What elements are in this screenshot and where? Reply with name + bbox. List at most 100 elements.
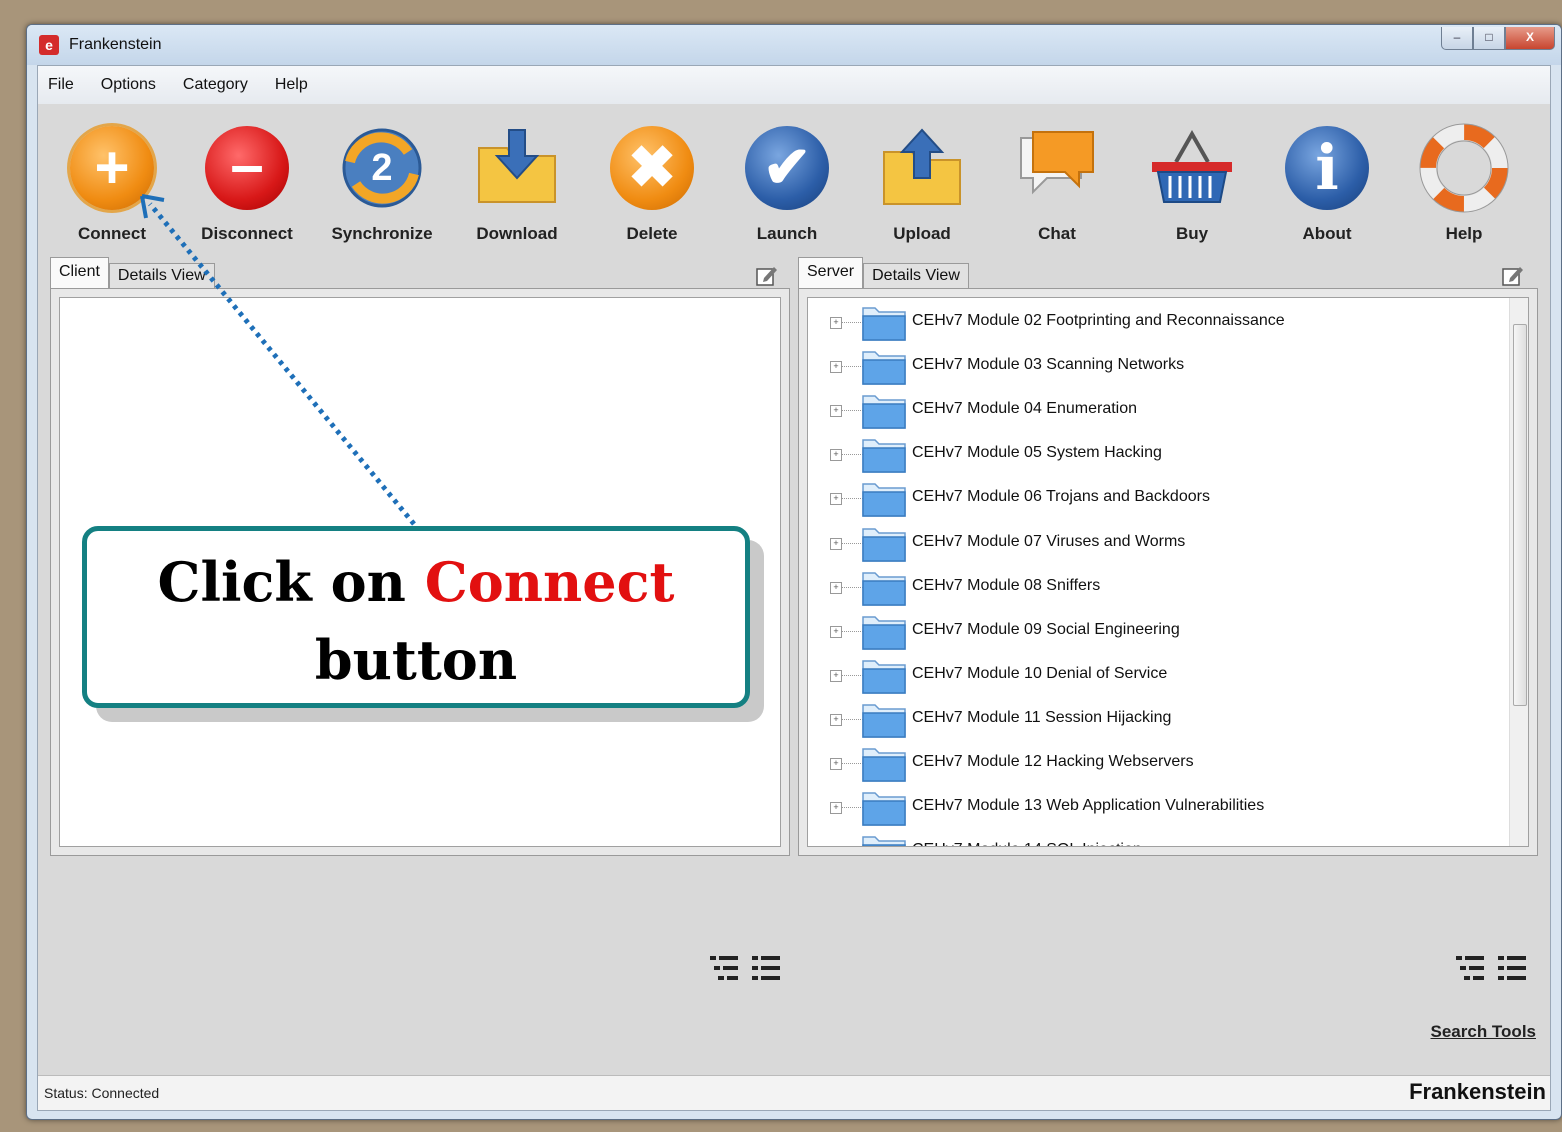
upload-icon: [876, 122, 968, 214]
expand-icon[interactable]: +: [830, 625, 842, 638]
synchronize-button[interactable]: 2 Synchronize: [322, 122, 442, 244]
expand-icon[interactable]: +: [830, 581, 842, 594]
tree-item[interactable]: + CEHv7 Module 02 Footprinting and Reconn…: [808, 302, 1508, 342]
tree-item[interactable]: + CEHv7 Module 13 Web Application Vulnera…: [808, 787, 1508, 827]
folder-icon: [862, 748, 906, 782]
delete-button[interactable]: ✖ Delete: [592, 122, 712, 244]
tree-connector: [841, 807, 863, 809]
edit-icon[interactable]: [1502, 264, 1524, 286]
tree-item[interactable]: + CEHv7 Module 09 Social Engineering: [808, 611, 1508, 651]
tree-connector: [841, 498, 863, 500]
folder-icon: [862, 307, 906, 341]
window-title: Frankenstein: [69, 36, 162, 53]
expand-icon[interactable]: +: [830, 405, 842, 418]
tree-item[interactable]: + CEHv7 Module 03 Scanning Networks: [808, 346, 1508, 386]
chat-icon: [1011, 122, 1103, 214]
expand-icon[interactable]: +: [830, 846, 842, 847]
help-label: Help: [1445, 224, 1483, 243]
folder-icon: [862, 836, 906, 846]
connect-icon: +: [66, 122, 158, 214]
maximize-button[interactable]: □: [1473, 27, 1505, 50]
list-view-icon[interactable]: [1496, 952, 1528, 984]
expand-icon[interactable]: +: [830, 317, 842, 329]
disconnect-label: Disconnect: [201, 224, 293, 243]
tree-item[interactable]: + CEHv7 Module 11 Session Hijacking: [808, 699, 1508, 739]
close-button[interactable]: X: [1505, 27, 1555, 50]
callout-text-part2: button: [314, 628, 518, 692]
tree-connector: [841, 630, 863, 632]
tree-connector: [841, 410, 863, 412]
about-button[interactable]: i About: [1267, 122, 1387, 244]
callout-text-part1: Click on: [157, 550, 425, 614]
upload-button[interactable]: Upload: [862, 122, 982, 244]
upload-label: Upload: [893, 224, 951, 243]
folder-icon: [862, 615, 906, 650]
tree-item[interactable]: + CEHv7 Module 06 Trojans and Backdoors: [808, 478, 1508, 518]
title-bar: e Frankenstein – □ X: [27, 25, 1561, 65]
tree-item[interactable]: + CEHv7 Module 08 Sniffers: [808, 567, 1508, 607]
scrollbar-thumb[interactable]: [1513, 324, 1527, 706]
expand-icon[interactable]: +: [830, 449, 842, 462]
download-button[interactable]: Download: [457, 122, 577, 244]
download-icon: [471, 122, 563, 214]
tree-connector: [841, 586, 863, 588]
tree-connector: [841, 763, 863, 764]
help-icon: [1418, 122, 1510, 214]
disconnect-button[interactable]: – Disconnect: [187, 122, 307, 244]
launch-button[interactable]: ✔ Launch: [727, 122, 847, 244]
expand-icon[interactable]: +: [830, 669, 842, 682]
tree-item-label: CEHv7 Module 07 Viruses and Worms: [912, 532, 1186, 550]
tree-item-label: CEHv7 Module 04 Enumeration: [912, 400, 1138, 418]
tree-connector: [841, 454, 863, 456]
tree-item-label: CEHv7 Module 11 Session Hijacking: [912, 708, 1172, 726]
tree-item-label: CEHv7 Module 14 SQL Injection: [912, 841, 1142, 846]
expand-icon[interactable]: +: [830, 802, 842, 815]
svg-text:2: 2: [371, 147, 392, 189]
chat-button[interactable]: Chat: [997, 122, 1117, 244]
tree-item-label: CEHv7 Module 10 Denial of Service: [912, 664, 1168, 682]
minimize-button[interactable]: –: [1441, 27, 1473, 50]
tree-item[interactable]: + CEHv7 Module 04 Enumeration: [808, 390, 1508, 430]
tree-item[interactable]: + CEHv7 Module 10 Denial of Service: [808, 655, 1508, 695]
menu-file[interactable]: File: [48, 76, 74, 94]
edit-icon[interactable]: [756, 264, 778, 286]
tree-item-label: CEHv7 Module 06 Trojans and Backdoors: [912, 488, 1210, 506]
expand-icon[interactable]: +: [830, 758, 842, 770]
indent-list-icon[interactable]: [708, 952, 740, 984]
folder-icon: [862, 483, 906, 518]
tree-item-label: CEHv7 Module 02 Footprinting and Reconna…: [912, 312, 1285, 329]
menu-options[interactable]: Options: [101, 76, 156, 94]
folder-icon: [862, 792, 906, 826]
tab-server-details-view[interactable]: Details View: [863, 263, 969, 288]
list-view-icon[interactable]: [750, 952, 782, 984]
launch-icon: ✔: [741, 122, 833, 214]
menu-help[interactable]: Help: [275, 76, 308, 94]
tab-client-details-view[interactable]: Details View: [108, 263, 215, 288]
tree-connector: [841, 542, 863, 544]
expand-icon[interactable]: +: [830, 713, 842, 726]
help-button[interactable]: Help: [1404, 122, 1524, 244]
server-tree[interactable]: + CEHv7 Module 14 SQL Injection + CEHv7 Mod…: [807, 297, 1529, 847]
tab-client[interactable]: Client: [50, 257, 109, 288]
app-icon: e: [39, 35, 59, 55]
search-tools-link[interactable]: Search Tools: [1431, 1022, 1537, 1042]
tree-item-label: CEHv7 Module 08 Sniffers: [912, 576, 1101, 594]
synchronize-icon: 2: [336, 122, 428, 214]
about-label: About: [1302, 224, 1352, 243]
tree-item[interactable]: + CEHv7 Module 05 System Hacking: [808, 434, 1508, 474]
folder-icon: [862, 439, 906, 474]
server-scrollbar[interactable]: [1509, 298, 1528, 846]
buy-icon: [1146, 122, 1238, 214]
expand-icon[interactable]: +: [830, 361, 842, 374]
tree-item[interactable]: + CEHv7 Module 12 Hacking Webservers: [808, 743, 1508, 783]
connect-button[interactable]: + Connect: [52, 122, 172, 244]
expand-icon[interactable]: +: [830, 537, 842, 550]
expand-icon[interactable]: +: [830, 493, 842, 506]
indent-list-icon[interactable]: [1454, 952, 1486, 984]
tree-item[interactable]: + CEHv7 Module 14 SQL Injection: [808, 831, 1508, 847]
menu-category[interactable]: Category: [183, 76, 248, 94]
buy-button[interactable]: Buy: [1132, 122, 1252, 244]
tree-item[interactable]: + CEHv7 Module 07 Viruses and Worms: [808, 523, 1508, 563]
instruction-callout: Click on Connect button: [82, 526, 750, 708]
tab-server[interactable]: Server: [798, 257, 864, 288]
